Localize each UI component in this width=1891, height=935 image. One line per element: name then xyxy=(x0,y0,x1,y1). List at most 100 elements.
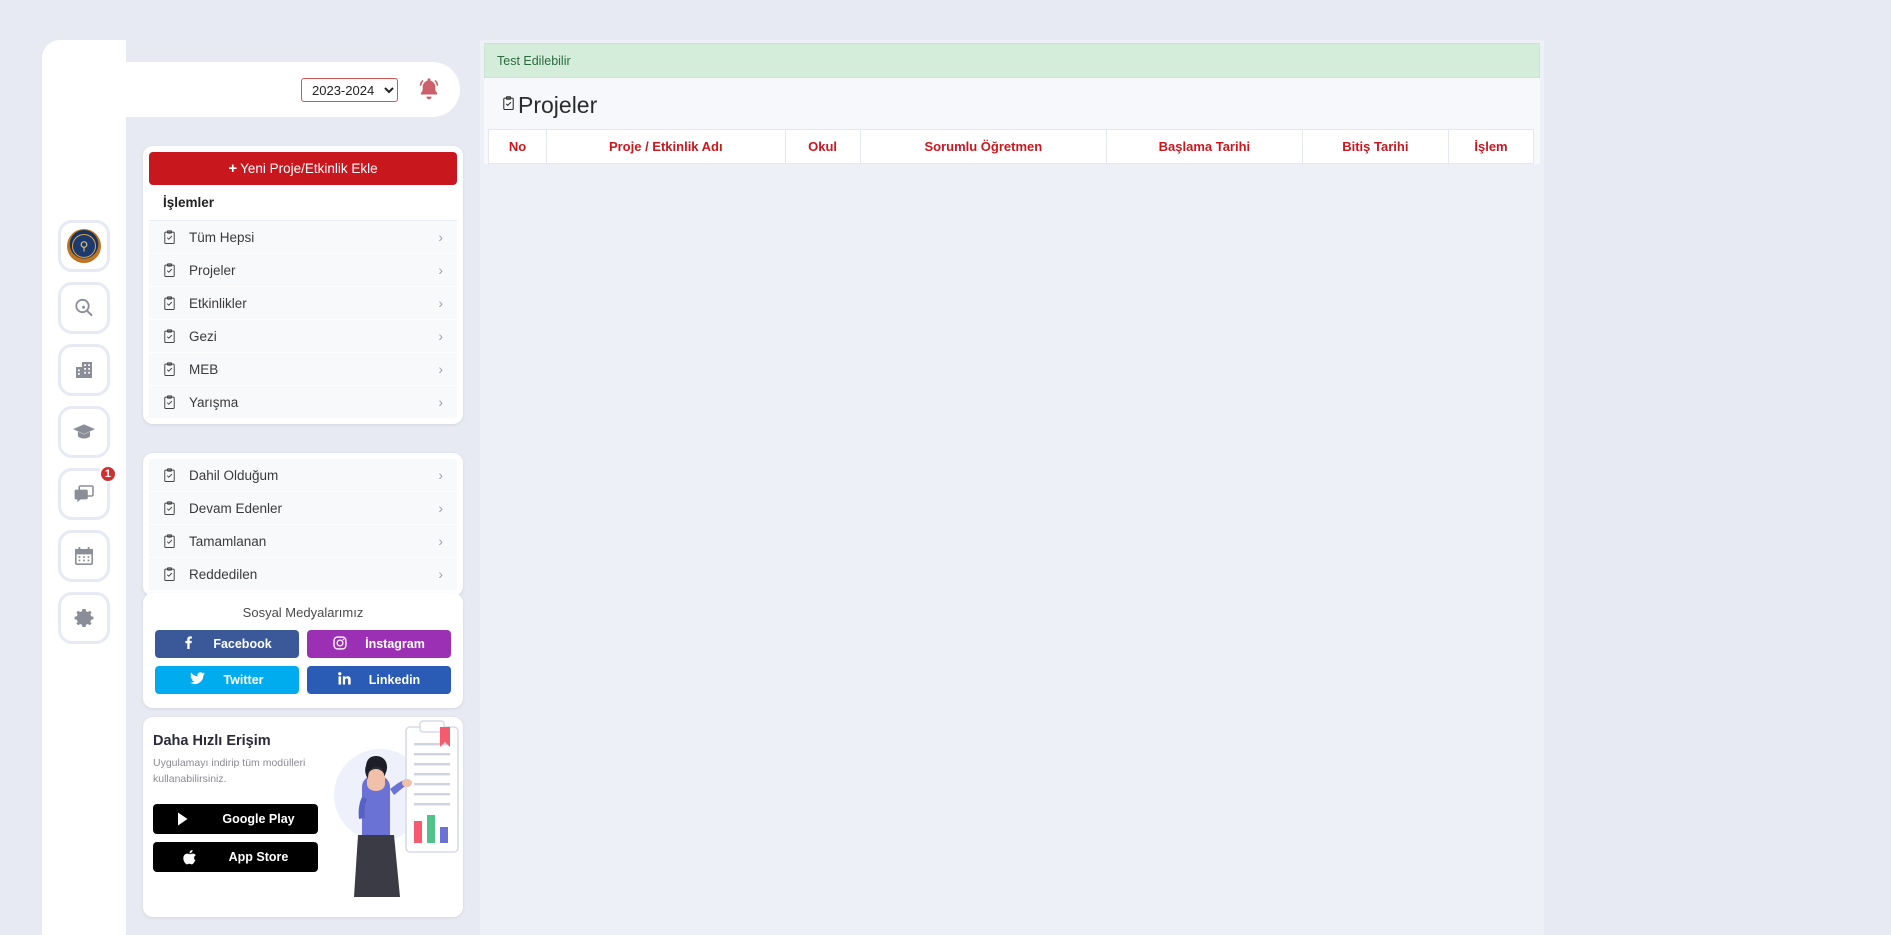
chevron-right-icon: › xyxy=(438,467,443,483)
add-project-event-label: Yeni Proje/Etkinlik Ekle xyxy=(240,161,378,176)
status-alert-banner: Test Edilebilir xyxy=(484,43,1540,78)
notifications-bell-button[interactable] xyxy=(412,73,446,107)
rail-item-settings[interactable] xyxy=(58,592,110,644)
projects-table: No Proje / Etkinlik Adı Okul Sorumlu Öğretm… xyxy=(488,129,1534,164)
menu-item-label: MEB xyxy=(189,361,219,377)
menu-item-label: Gezi xyxy=(189,328,217,344)
menu-item-2[interactable]: Etkinlikler › xyxy=(149,287,457,320)
messages-badge: 1 xyxy=(98,465,117,483)
twitter-icon xyxy=(190,672,206,688)
filter-item-2[interactable]: Tamamlanan › xyxy=(149,525,457,558)
clipboard-check-icon xyxy=(163,328,183,344)
social-media-card: Sosyal Medyalarımız Facebook İnstagram Twi… xyxy=(143,593,463,708)
chat-bubbles-icon xyxy=(74,485,94,503)
table-column-header: İşlem xyxy=(1448,129,1534,164)
status-alert-text: Test Edilebilir xyxy=(497,53,571,68)
filter-item-label: Dahil Olduğum xyxy=(189,467,279,483)
social-button-label: İnstagram xyxy=(365,637,425,651)
rail-item-search[interactable] xyxy=(58,282,110,334)
menu-item-4[interactable]: MEB › xyxy=(149,353,457,386)
chevron-right-icon: › xyxy=(438,394,443,410)
filter-item-1[interactable]: Devam Edenler › xyxy=(149,492,457,525)
add-project-event-button[interactable]: + Yeni Proje/Etkinlik Ekle xyxy=(149,152,457,185)
rail-item-school-logo[interactable]: ⚲ xyxy=(58,220,110,272)
table-column-header: Proje / Etkinlik Adı xyxy=(546,129,786,164)
chevron-right-icon: › xyxy=(438,229,443,245)
bell-icon xyxy=(419,77,439,99)
rail-item-calendar[interactable] xyxy=(58,530,110,582)
promo-illustration xyxy=(328,717,463,917)
apple-icon xyxy=(182,849,196,864)
table-column-header: No xyxy=(488,129,547,164)
clipboard-check-icon xyxy=(163,229,183,245)
building-icon xyxy=(76,362,92,378)
social-button-facebook[interactable]: Facebook xyxy=(155,630,299,658)
clipboard-check-icon xyxy=(163,262,183,278)
table-header-row: No Proje / Etkinlik Adı Okul Sorumlu Öğretm… xyxy=(488,129,1534,164)
instagram-icon xyxy=(333,635,347,653)
table-column-header: Başlama Tarihi xyxy=(1106,129,1303,164)
filter-item-0[interactable]: Dahil Olduğum › xyxy=(149,459,457,492)
school-crest-icon: ⚲ xyxy=(67,229,101,263)
gear-icon xyxy=(74,609,94,627)
rail-item-institution[interactable] xyxy=(58,344,110,396)
linkedin-icon xyxy=(337,672,351,688)
chevron-right-icon: › xyxy=(438,328,443,344)
menu-item-label: Projeler xyxy=(189,262,236,278)
social-button-i̇nstagram[interactable]: İnstagram xyxy=(307,630,451,658)
filter-item-label: Devam Edenler xyxy=(189,500,283,516)
chevron-right-icon: › xyxy=(438,361,443,377)
page-title: Projeler xyxy=(484,78,1540,129)
chevron-right-icon: › xyxy=(438,500,443,516)
social-media-buttons: Facebook İnstagram Twitter Linkedin xyxy=(155,630,451,694)
operations-menu-title: İşlemler xyxy=(149,185,457,221)
menu-item-label: Etkinlikler xyxy=(189,295,247,311)
left-sidebar-column: + Yeni Proje/Etkinlik Ekle İşlemler Tüm H… xyxy=(126,40,480,935)
academic-year-select[interactable]: 2023-2024 xyxy=(301,77,398,102)
menu-item-5[interactable]: Yarışma › xyxy=(149,386,457,418)
play-triangle-icon xyxy=(178,812,188,826)
clipboard-check-icon xyxy=(163,533,183,549)
facebook-icon xyxy=(182,636,195,652)
clipboard-check-icon xyxy=(163,394,183,410)
icon-rail: ⚲ 1 xyxy=(42,120,126,935)
plus-icon: + xyxy=(228,160,238,177)
google-play-button[interactable]: Google Play xyxy=(153,803,318,834)
calendar-icon xyxy=(75,547,93,565)
main-content-area: Test Edilebilir Projeler No Proje / Etkin… xyxy=(480,40,1891,935)
filter-item-3[interactable]: Reddedilen › xyxy=(149,558,457,590)
main-right-gutter xyxy=(1544,40,1891,935)
rail-item-messages[interactable]: 1 xyxy=(58,465,117,520)
clipboard-check-icon xyxy=(163,467,183,483)
menu-item-0[interactable]: Tüm Hepsi › xyxy=(149,221,457,254)
chevron-right-icon: › xyxy=(438,533,443,549)
table-column-header: Okul xyxy=(784,129,861,164)
filter-item-label: Tamamlanan xyxy=(189,533,267,549)
social-button-label: Twitter xyxy=(223,673,264,687)
table-column-header: Sorumlu Öğretmen xyxy=(859,129,1108,164)
rail-item-education[interactable] xyxy=(58,406,110,458)
page-left-gutter xyxy=(0,0,42,935)
google-play-label: Google Play xyxy=(222,811,295,826)
chevron-right-icon: › xyxy=(438,566,443,582)
clipboard-check-icon xyxy=(163,361,183,377)
projects-panel: Projeler No Proje / Etkinlik Adı Okul Sorum… xyxy=(484,78,1540,164)
search-icon xyxy=(75,298,93,317)
page-title-text: Projeler xyxy=(518,92,598,118)
app-store-button[interactable]: App Store xyxy=(153,841,318,872)
operations-menu-card: + Yeni Proje/Etkinlik Ekle İşlemler Tüm H… xyxy=(143,146,463,424)
social-button-linkedin[interactable]: Linkedin xyxy=(307,666,451,694)
clipboard-check-icon xyxy=(163,500,183,516)
clipboard-check-icon xyxy=(502,95,515,114)
top-header-bar: 2023-2024 xyxy=(63,62,460,117)
operations-menu-list: Tüm Hepsi › Projeler › Etkinlikler › Gezi › MEB ›… xyxy=(149,221,457,418)
menu-item-1[interactable]: Projeler › xyxy=(149,254,457,287)
social-media-title: Sosyal Medyalarımız xyxy=(242,605,364,620)
filter-item-label: Reddedilen xyxy=(189,566,258,582)
social-button-label: Linkedin xyxy=(368,673,421,687)
chevron-right-icon: › xyxy=(438,262,443,278)
menu-item-3[interactable]: Gezi › xyxy=(149,320,457,353)
social-button-twitter[interactable]: Twitter xyxy=(155,666,299,694)
clipboard-check-icon xyxy=(163,295,183,311)
table-column-header: Bitiş Tarihi xyxy=(1301,129,1450,164)
